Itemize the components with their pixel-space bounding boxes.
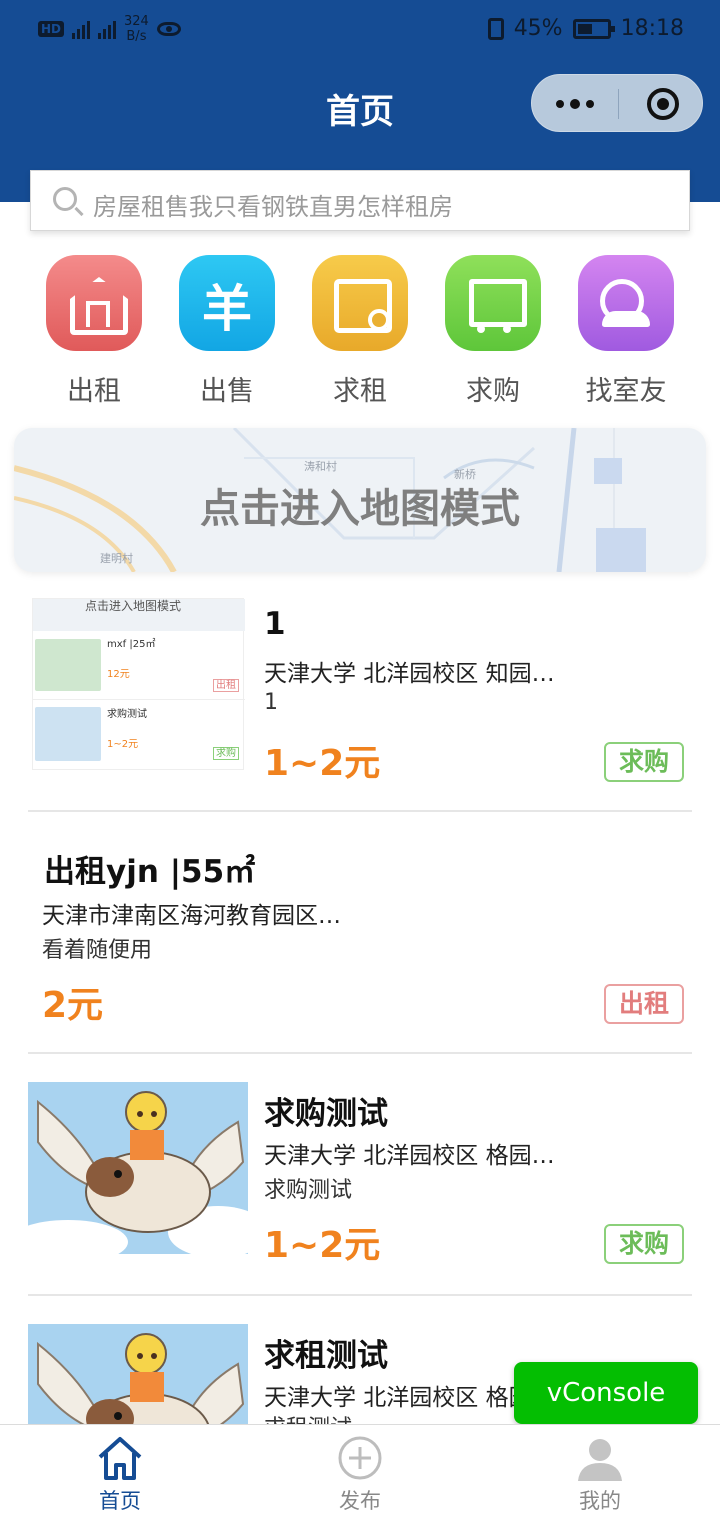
category-seek-rent[interactable]: 求租 bbox=[310, 255, 410, 408]
category-seek-buy[interactable]: 求购 bbox=[443, 255, 543, 408]
thumb-entry-title: mxf |25㎡ bbox=[107, 639, 156, 650]
dot-icon bbox=[556, 100, 564, 108]
divider bbox=[28, 810, 692, 812]
battery-percent: 45% bbox=[513, 16, 563, 41]
search-icon bbox=[53, 187, 77, 211]
divider bbox=[28, 1294, 692, 1296]
map-banner-text: 点击进入地图模式 bbox=[200, 486, 520, 532]
dot-icon bbox=[586, 100, 594, 108]
listing-address: 天津市津南区海河教育园区… bbox=[42, 903, 341, 929]
category-sale[interactable]: 羊 出售 bbox=[177, 255, 277, 408]
tab-publish[interactable]: 发布 bbox=[280, 1425, 440, 1520]
house-icon bbox=[46, 255, 142, 351]
thumb-entry-tag: 出租 bbox=[213, 679, 239, 692]
miniprogram-capsule bbox=[531, 74, 703, 132]
listing-address: 天津大学 北洋园校区 知园… bbox=[264, 661, 555, 687]
screenshot-thumbnail: 点击进入地图模式 mxf |25㎡ 12元 出租 求购测试 1~2元 求购 bbox=[32, 598, 245, 770]
map-place-label: 涛和村 bbox=[304, 460, 337, 473]
category-label: 找室友 bbox=[585, 376, 667, 407]
listing-tag: 求购 bbox=[604, 1224, 684, 1264]
listing-description: 求租测试 bbox=[264, 1410, 352, 1424]
thumb-entry-price: 1~2元 bbox=[107, 739, 139, 750]
user-icon bbox=[578, 1439, 622, 1481]
yuan-icon: 羊 bbox=[179, 255, 275, 351]
listing-description: 求购测试 bbox=[264, 1178, 353, 1203]
tab-label: 我的 bbox=[579, 1489, 621, 1513]
listing-title: 求租测试 bbox=[264, 1338, 388, 1374]
vibrate-icon bbox=[487, 17, 504, 40]
listing-tag: 出租 bbox=[604, 984, 684, 1024]
bird-image bbox=[28, 1082, 248, 1254]
home-icon bbox=[98, 1437, 142, 1480]
listing-title: 1 bbox=[264, 606, 286, 642]
listing-description: 1 bbox=[264, 690, 278, 715]
category-label: 求租 bbox=[333, 376, 387, 407]
status-bar: HD 324 B/s 45% 18:18 bbox=[0, 0, 720, 62]
network-speed: 324 B/s bbox=[124, 14, 149, 44]
list-item[interactable]: 求购测试 天津大学 北洋园校区 格园… 求购测试 1~2元 求购 bbox=[28, 1056, 692, 1296]
listing-thumbnail: 点击进入地图模式 mxf |25㎡ 12元 出租 求购测试 1~2元 求购 bbox=[28, 598, 248, 770]
box-search-icon bbox=[312, 255, 408, 351]
plus-circle-icon bbox=[338, 1436, 382, 1480]
tab-label: 发布 bbox=[339, 1489, 381, 1513]
listing-price: 1~2元 bbox=[264, 1225, 381, 1266]
eye-icon bbox=[156, 22, 181, 36]
list-item[interactable]: 点击进入地图模式 mxf |25㎡ 12元 出租 求购测试 1~2元 求购 1 … bbox=[28, 598, 692, 812]
tab-bar: 首页 发布 我的 bbox=[0, 1424, 720, 1520]
dot-icon bbox=[570, 99, 580, 109]
vconsole-button[interactable]: vConsole bbox=[514, 1362, 698, 1424]
search-input[interactable]: 房屋租售我只看钢铁直男怎样租房 bbox=[93, 187, 453, 222]
category-label: 出售 bbox=[200, 376, 254, 407]
category-label: 出租 bbox=[67, 376, 121, 407]
user-search-icon bbox=[578, 255, 674, 351]
thumb-entry-title: 求购测试 bbox=[107, 709, 147, 720]
listing-tag: 求购 bbox=[604, 742, 684, 782]
divider bbox=[28, 1052, 692, 1054]
category-label: 求购 bbox=[466, 376, 520, 407]
more-menu-button[interactable] bbox=[532, 75, 618, 133]
listing-address: 天津大学 北洋园校区 格园… bbox=[264, 1143, 555, 1169]
listing-description: 看着随便用 bbox=[42, 938, 153, 963]
listing-address: 天津大学 北洋园校区 格园… bbox=[264, 1385, 555, 1411]
close-miniprogram-button[interactable] bbox=[647, 88, 679, 120]
listing-price: 1~2元 bbox=[264, 743, 381, 784]
tab-mine[interactable]: 我的 bbox=[520, 1425, 680, 1520]
battery-icon bbox=[572, 18, 615, 39]
listing-title: 求购测试 bbox=[264, 1096, 388, 1132]
clock: 18:18 bbox=[620, 16, 684, 41]
capsule-divider bbox=[618, 89, 619, 119]
hd-badge: HD bbox=[38, 21, 65, 37]
category-roommate[interactable]: 找室友 bbox=[576, 255, 676, 408]
listing-title: 出租yjn |55㎡ bbox=[44, 854, 256, 890]
map-place-label: 建明村 bbox=[100, 552, 133, 565]
thumb-entry-price: 12元 bbox=[107, 669, 130, 680]
listing-price: 2元 bbox=[42, 985, 104, 1026]
thumb-entry-tag: 求购 bbox=[213, 747, 239, 760]
tab-home[interactable]: 首页 bbox=[40, 1425, 200, 1520]
list-item[interactable]: 出租yjn |55㎡ 天津市津南区海河教育园区… 看着随便用 2元 出租 bbox=[28, 814, 692, 1054]
bird-image bbox=[28, 1324, 248, 1424]
map-mode-banner[interactable]: 涛和村 新桥 建明村 点击进入地图模式 bbox=[14, 428, 706, 572]
search-bar[interactable]: 房屋租售我只看钢铁直男怎样租房 bbox=[30, 170, 690, 231]
signal-4g-icon bbox=[98, 19, 117, 39]
signal-icon bbox=[72, 19, 91, 39]
tab-label: 首页 bbox=[99, 1489, 141, 1513]
category-rent[interactable]: 出租 bbox=[44, 255, 144, 408]
thumb-caption: 点击进入地图模式 bbox=[85, 599, 182, 613]
cart-icon bbox=[445, 255, 541, 351]
